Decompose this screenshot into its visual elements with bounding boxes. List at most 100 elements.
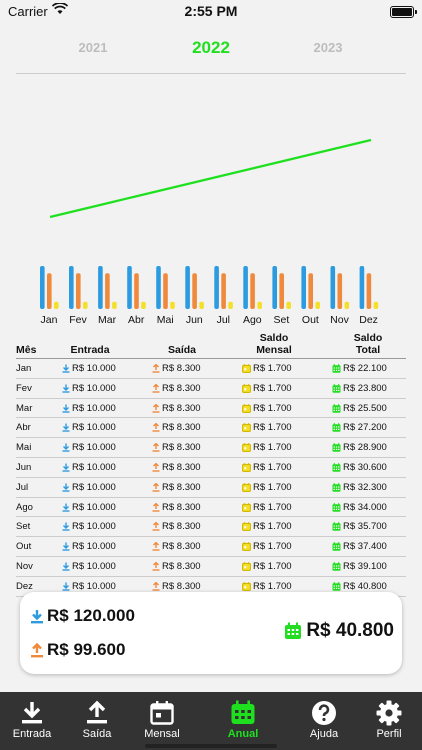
calendar-grid-icon (332, 542, 341, 551)
cell-saldo-mensal-value: R$ 1.700 (253, 363, 292, 374)
upload-icon (152, 383, 160, 393)
bar-saida (221, 273, 226, 309)
tab-saida[interactable]: Saída (65, 692, 129, 750)
header-saldo-total: Saldo Total (338, 332, 398, 356)
download-icon (62, 522, 70, 532)
bar-saida (105, 273, 110, 309)
bar-saldo-mensal (373, 301, 379, 309)
gear-icon (376, 700, 402, 726)
tab-anual[interactable]: Anual (211, 692, 275, 750)
cell-saida-value: R$ 8.300 (162, 481, 201, 493)
year-2021[interactable]: 2021 (53, 40, 133, 55)
cell-saida: R$ 8.300 (152, 581, 201, 592)
cell-saldo-total: R$ 34.000 (332, 502, 387, 513)
cell-saida-value: R$ 8.300 (162, 501, 201, 513)
cell-saldo-mensal: R$ 1.700 (242, 482, 292, 493)
cell-entrada-value: R$ 10.000 (72, 422, 116, 434)
cell-mes: Jan (16, 363, 32, 374)
cell-mes: Mai (16, 442, 32, 454)
cell-saldo-mensal: R$ 1.700 (242, 541, 292, 552)
bar-saida (192, 273, 197, 309)
cell-saida-value: R$ 8.300 (162, 521, 201, 533)
calendar-grid-icon (285, 622, 302, 639)
table-header: Mês Entrada Saída Saldo Mensal Saldo Tot… (16, 330, 406, 359)
cell-saldo-mensal: R$ 1.700 (242, 561, 292, 572)
month-label: Mai (157, 314, 174, 326)
header-saldo-total-line2: Total (355, 344, 381, 356)
cell-saldo-mensal: R$ 1.700 (242, 442, 292, 453)
bar-saida (279, 273, 284, 309)
cell-saldo-mensal: R$ 1.700 (242, 403, 292, 414)
bar-saldo-mensal (286, 301, 291, 309)
calendar-icon (242, 423, 251, 433)
tab-ajuda[interactable]: Ajuda (292, 692, 356, 750)
cell-mes: Dez (16, 580, 33, 592)
cell-saldo-total: R$ 28.900 (332, 442, 387, 453)
tab-entrada-label: Entrada (12, 728, 52, 740)
cell-saldo-total-value: R$ 35.700 (343, 521, 387, 533)
cell-entrada: R$ 10.000 (62, 521, 116, 532)
year-selector: 2021 2022 2023 (0, 38, 422, 70)
bar-saida (76, 273, 81, 309)
cell-entrada: R$ 10.000 (62, 383, 116, 394)
month-label: Set (274, 314, 290, 326)
upload-icon (152, 363, 160, 373)
cell-saldo-mensal-value: R$ 1.700 (253, 382, 292, 394)
annual-table: Mês Entrada Saída Saldo Mensal Saldo Tot… (16, 330, 406, 597)
cell-saida-value: R$ 8.300 (162, 363, 201, 374)
table-row: Mai R$ 10.000 R$ 8.300 R$ 1.700 R$ 28.900 (16, 438, 406, 458)
cell-saida-value: R$ 8.300 (162, 382, 201, 394)
table-row: Fev R$ 10.000 R$ 8.300 R$ 1.700 R$ 23.800 (16, 379, 406, 399)
calendar-icon (242, 502, 251, 512)
year-2023[interactable]: 2023 (288, 40, 368, 55)
cell-saldo-mensal: R$ 1.700 (242, 581, 292, 592)
bar-entrada (243, 266, 248, 309)
cell-mes: Ago (16, 501, 33, 513)
cell-saldo-total: R$ 39.100 (332, 561, 387, 572)
home-indicator (145, 744, 277, 748)
download-icon (62, 542, 70, 551)
upload-icon (152, 542, 160, 551)
year-2022[interactable]: 2022 (171, 38, 251, 58)
cell-entrada-value: R$ 10.000 (72, 521, 116, 533)
bar-saldo-mensal (344, 301, 350, 309)
download-icon (62, 483, 70, 492)
year-divider (16, 73, 406, 74)
bar-entrada (69, 266, 74, 309)
tab-perfil[interactable]: Perfil (357, 692, 421, 750)
download-icon (62, 582, 70, 591)
cell-saldo-total-value: R$ 22.100 (343, 363, 387, 374)
bar-saida (47, 273, 52, 309)
month-label: Nov (330, 314, 349, 326)
tab-ajuda-label: Ajuda (309, 728, 339, 740)
cell-mes: Jun (16, 461, 32, 473)
cell-entrada: R$ 10.000 (62, 422, 116, 433)
calendar-icon (242, 363, 251, 373)
bar-saida (250, 273, 255, 309)
saldo-total-line (49, 138, 372, 219)
cell-entrada: R$ 10.000 (62, 561, 116, 572)
cell-saida-value: R$ 8.300 (162, 442, 201, 454)
upload-icon (152, 561, 160, 571)
bar-saldo-mensal (54, 301, 59, 309)
month-label: Dez (359, 314, 378, 326)
cell-entrada-value: R$ 10.000 (72, 363, 116, 374)
cell-saida: R$ 8.300 (152, 363, 201, 374)
cell-saida: R$ 8.300 (152, 383, 201, 394)
table-row: Jun R$ 10.000 R$ 8.300 R$ 1.700 R$ 30.600 (16, 458, 406, 478)
cell-saldo-mensal-value: R$ 1.700 (253, 560, 292, 572)
tab-mensal[interactable]: Mensal (130, 692, 194, 750)
bar-entrada (127, 266, 132, 309)
download-icon (22, 702, 42, 724)
calendar-grid-icon (231, 700, 255, 724)
table-row: Set R$ 10.000 R$ 8.300 R$ 1.700 R$ 35.700 (16, 517, 406, 538)
download-icon (62, 404, 70, 413)
tab-entrada[interactable]: Entrada (0, 692, 64, 750)
battery-icon (390, 6, 417, 18)
cell-saida: R$ 8.300 (152, 462, 201, 473)
month-label: Jun (186, 314, 203, 326)
cell-saida-value: R$ 8.300 (162, 402, 201, 414)
download-icon (62, 463, 70, 472)
calendar-grid-icon (332, 482, 341, 492)
download-icon (62, 423, 70, 433)
